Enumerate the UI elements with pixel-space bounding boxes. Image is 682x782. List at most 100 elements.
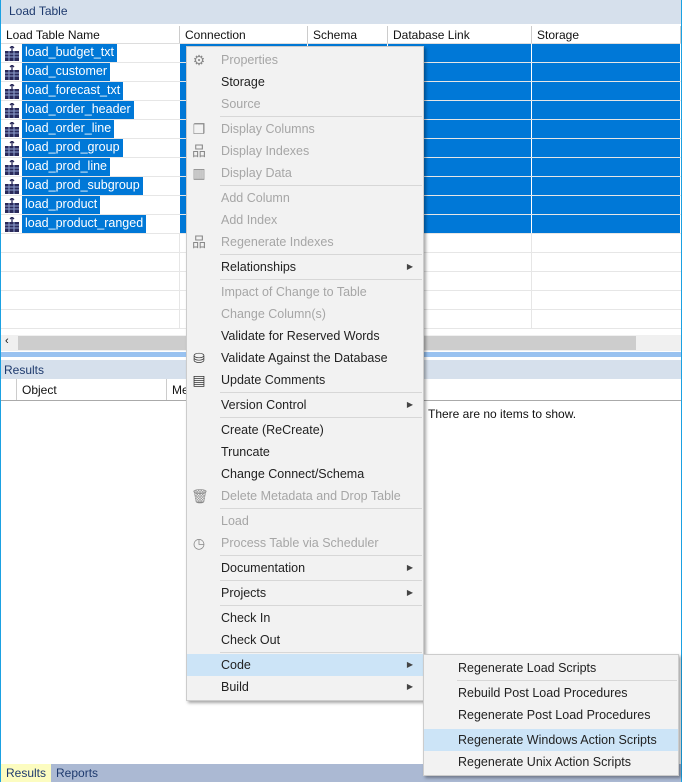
menu-item-properties[interactable]: ⚙ Properties	[187, 49, 423, 71]
empty-message: There are no items to show.	[428, 407, 577, 421]
submenu-arrow-icon: ▶	[406, 660, 413, 669]
load-table-icon	[5, 141, 19, 156]
table-name: load_forecast_txt	[22, 82, 124, 100]
scroll-left-icon[interactable]: ‹	[5, 335, 9, 347]
load-table-icon	[5, 65, 19, 80]
menu-item-code[interactable]: Code ▶	[187, 654, 423, 676]
menu-item-change-connect-schema[interactable]: Change Connect/Schema	[187, 463, 423, 485]
col-object[interactable]: Object	[17, 379, 167, 400]
menu-item-add-index[interactable]: Add Index	[187, 209, 423, 231]
menu-item-update-comments[interactable]: ▤ Update Comments	[187, 369, 423, 391]
menu-item-version-control[interactable]: Version Control ▶	[187, 394, 423, 416]
table-name: load_budget_txt	[22, 44, 117, 62]
database-info-icon: ⛁	[193, 350, 205, 366]
menu-item-regenerate-indexes[interactable]: 品 Regenerate Indexes	[187, 231, 423, 253]
menu-item-validate-against-the-database[interactable]: ⛁ Validate Against the Database	[187, 347, 423, 369]
menu-item-regenerate-unix-action-scripts[interactable]: Regenerate Unix Action Scripts	[424, 751, 678, 773]
menu-item-build[interactable]: Build ▶	[187, 676, 423, 698]
context-menu: ⚙ Properties Storage Source ❐ Display Columns…	[186, 46, 424, 701]
menu-item-label: Validate Against the Database	[221, 351, 388, 365]
menu-item-label: Display Indexes	[221, 144, 310, 158]
col-database-link[interactable]: Database Link	[388, 26, 532, 43]
tab-results[interactable]: Results	[1, 764, 52, 782]
menu-item-label: Truncate	[221, 445, 270, 459]
load-table-header: Load Table Name Connection Schema Databa…	[1, 26, 681, 44]
table-name: load_order_line	[22, 120, 115, 138]
col-storage[interactable]: Storage	[532, 26, 681, 43]
menu-item-label: Process Table via Scheduler	[221, 536, 379, 550]
menu-item-label: Add Index	[221, 213, 278, 227]
menu-item-label: Regenerate Windows Action Scripts	[458, 733, 657, 747]
menu-item-regenerate-post-load-procedures[interactable]: Regenerate Post Load Procedures	[424, 704, 678, 726]
hierarchy-icon: 品	[192, 143, 206, 159]
menu-item-check-in[interactable]: Check In	[187, 607, 423, 629]
menu-item-impact-of-change-to-table[interactable]: Impact of Change to Table	[187, 281, 423, 303]
col-connection[interactable]: Connection	[180, 26, 308, 43]
menu-item-label: Delete Metadata and Drop Table	[221, 489, 401, 503]
menu-item-label: Check Out	[221, 633, 281, 647]
load-table-icon	[5, 179, 19, 194]
bar-chart-icon: ▥	[192, 165, 206, 181]
menu-item-label: Version Control	[221, 398, 307, 412]
menu-item-check-out[interactable]: Check Out	[187, 629, 423, 651]
menu-item-validate-for-reserved-words[interactable]: Validate for Reserved Words	[187, 325, 423, 347]
columns-icon: ❐	[192, 121, 206, 137]
menu-item-create-recreate[interactable]: Create (ReCreate)	[187, 419, 423, 441]
menu-item-label: Display Data	[221, 166, 292, 180]
menu-item-label: Add Column	[221, 191, 290, 205]
table-name: load_prod_subgroup	[22, 177, 143, 195]
menu-item-projects[interactable]: Projects ▶	[187, 582, 423, 604]
gear-icon: ⚙	[192, 52, 206, 68]
load-table-panel-title: Load Table	[1, 0, 681, 24]
menu-item-label: Change Column(s)	[221, 307, 326, 321]
menu-item-truncate[interactable]: Truncate	[187, 441, 423, 463]
menu-item-label: Properties	[221, 53, 278, 67]
table-name: load_order_header	[22, 101, 134, 119]
load-table-icon	[5, 46, 19, 61]
menu-item-label: Change Connect/Schema	[221, 467, 365, 481]
menu-item-regenerate-windows-action-scripts[interactable]: Regenerate Windows Action Scripts	[424, 729, 678, 751]
submenu-arrow-icon: ▶	[406, 400, 413, 409]
load-table-icon	[5, 217, 19, 232]
menu-item-load[interactable]: Load	[187, 510, 423, 532]
menu-item-delete-metadata-and-drop-table[interactable]: 🗑 Delete Metadata and Drop Table	[187, 485, 423, 507]
menu-item-label: Documentation	[221, 561, 306, 575]
menu-item-label: Validate for Reserved Words	[221, 329, 380, 343]
menu-item-change-column-s[interactable]: Change Column(s)	[187, 303, 423, 325]
table-name: load_customer	[22, 63, 110, 81]
menu-item-label: Regenerate Post Load Procedures	[458, 708, 651, 722]
menu-item-display-data[interactable]: ▥ Display Data	[187, 162, 423, 184]
trash-icon: 🗑	[191, 488, 209, 504]
menu-item-label: Storage	[221, 75, 265, 89]
menu-item-display-indexes[interactable]: 品 Display Indexes	[187, 140, 423, 162]
menu-item-label: Create (ReCreate)	[221, 423, 324, 437]
menu-item-label: Regenerate Load Scripts	[458, 661, 597, 675]
load-table-icon	[5, 122, 19, 137]
table-name: load_product	[22, 196, 101, 214]
menu-item-label: Impact of Change to Table	[221, 285, 367, 299]
menu-item-documentation[interactable]: Documentation ▶	[187, 557, 423, 579]
menu-item-source[interactable]: Source	[187, 93, 423, 115]
col-load-table-name[interactable]: Load Table Name	[1, 26, 180, 43]
load-table-icon	[5, 198, 19, 213]
submenu-arrow-icon: ▶	[406, 262, 413, 271]
menu-item-regenerate-load-scripts[interactable]: Regenerate Load Scripts	[424, 657, 678, 679]
menu-item-label: Projects	[221, 586, 267, 600]
comment-icon: ▤	[192, 372, 206, 388]
tab-reports[interactable]: Reports	[51, 764, 103, 782]
menu-item-relationships[interactable]: Relationships ▶	[187, 256, 423, 278]
menu-item-display-columns[interactable]: ❐ Display Columns	[187, 118, 423, 140]
load-table-icon	[5, 160, 19, 175]
code-submenu: Regenerate Load Scripts Rebuild Post Load…	[423, 654, 679, 776]
col-blank	[1, 379, 17, 400]
table-name: load_prod_line	[22, 158, 111, 176]
menu-item-label: Display Columns	[221, 122, 315, 136]
load-table-icon	[5, 103, 19, 118]
menu-item-rebuild-post-load-procedures[interactable]: Rebuild Post Load Procedures	[424, 682, 678, 704]
menu-item-process-table-via-scheduler[interactable]: ◷ Process Table via Scheduler	[187, 532, 423, 554]
submenu-arrow-icon: ▶	[406, 682, 413, 691]
menu-item-label: Load	[221, 514, 249, 528]
menu-item-storage[interactable]: Storage	[187, 71, 423, 93]
menu-item-add-column[interactable]: Add Column	[187, 187, 423, 209]
col-schema[interactable]: Schema	[308, 26, 388, 43]
